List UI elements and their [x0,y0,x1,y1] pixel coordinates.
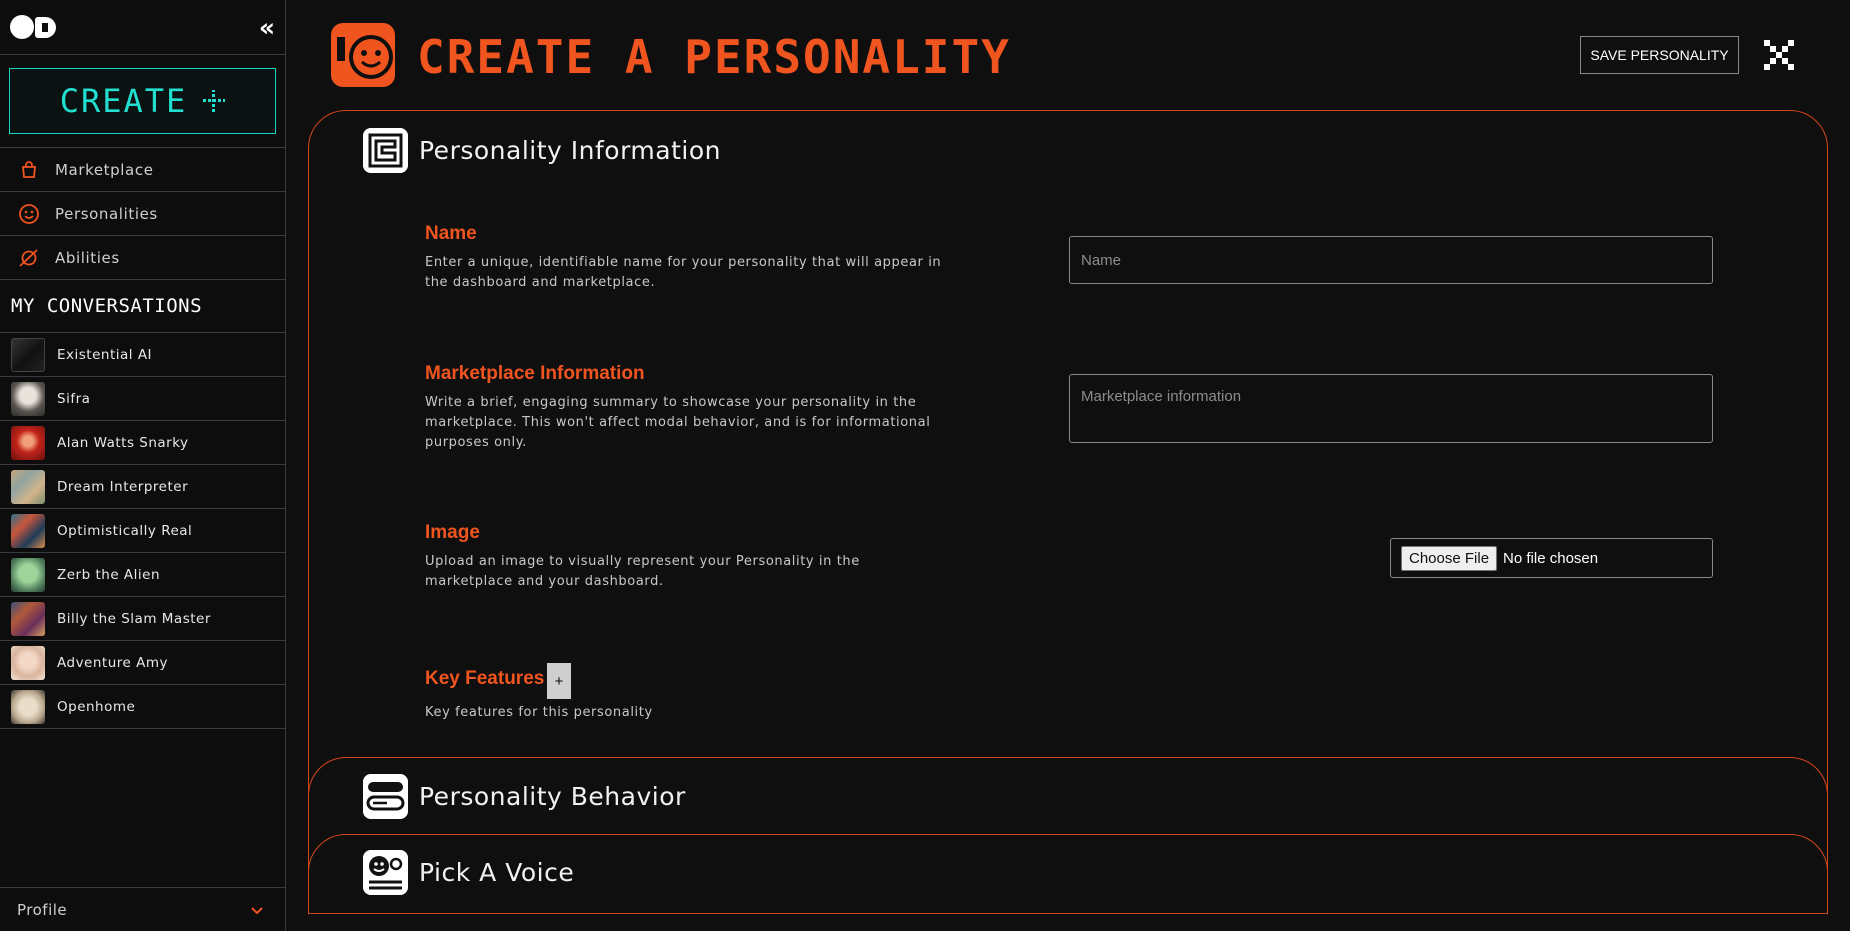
conversation-label: Sifra [57,390,91,407]
conversation-label: Existential AI [57,346,153,363]
logo-shape [35,16,56,38]
conversation-label: Billy the Slam Master [57,610,211,627]
file-status: No file chosen [1503,549,1599,567]
conversation-item[interactable]: Existential AI [0,333,285,377]
chevron-down-icon [251,901,263,919]
conversation-item[interactable]: Billy the Slam Master [0,597,285,641]
section-header-behavior[interactable]: Personality Behavior [363,774,686,819]
app-logo[interactable] [10,15,56,39]
image-label: Image [425,522,480,543]
conversation-label: Dream Interpreter [57,478,189,495]
conversation-item[interactable]: Optimistically Real [0,509,285,553]
conversation-item[interactable]: Sifra [0,377,285,421]
choose-file-button[interactable]: Choose File [1401,545,1498,571]
conversation-item[interactable]: Openhome [0,685,285,729]
collapse-sidebar-icon[interactable]: « [259,15,275,40]
name-input[interactable] [1069,236,1713,284]
key-features-description: Key features for this personality [425,705,653,720]
orbit-icon [18,247,40,269]
section-title: Personality Information [419,136,721,165]
avatar [11,557,45,592]
plus-icon [203,90,226,112]
conversation-item[interactable]: Alan Watts Snarky [0,421,285,465]
save-personality-button[interactable]: SAVE PERSONALITY [1580,36,1739,74]
avatar [11,689,45,724]
add-feature-button[interactable]: + [547,663,571,699]
image-description: Upload an image to visually represent yo… [425,554,860,589]
profile-label: Profile [17,900,68,919]
close-icon[interactable] [1762,38,1796,72]
name-description: Enter a unique, identifiable name for yo… [425,255,942,290]
shopping-bag-icon [18,159,40,181]
create-section: CREATE [0,55,285,148]
image-file-input[interactable]: Choose File No file chosen [1390,538,1713,578]
avatar [11,469,45,504]
section-header-voice[interactable]: Pick A Voice [363,850,574,895]
chat-bubbles-icon [363,774,408,819]
sidebar-item-label: Marketplace [55,160,154,179]
page-header: CREATE A PERSONALITY SAVE PERSONALITY [286,0,1850,110]
conversation-item[interactable]: Adventure Amy [0,641,285,685]
conversation-label: Optimistically Real [57,522,193,539]
sidebar-header: « [0,0,285,55]
pick-voice-panel: Pick A Voice [308,834,1828,914]
section-title: Personality Behavior [419,782,686,811]
sidebar-item-label: Personalities [55,204,158,223]
sidebar-item-abilities[interactable]: Abilities [0,236,285,280]
conversation-label: Zerb the Alien [57,566,161,583]
personality-face-icon [331,23,395,87]
profile-menu[interactable]: Profile [0,887,285,931]
avatar [11,601,45,636]
create-button[interactable]: CREATE [9,68,276,134]
sidebar-item-personalities[interactable]: Personalities [0,192,285,236]
page-title: CREATE A PERSONALITY [417,30,1011,84]
avatar [11,381,45,416]
marketplace-description: Write a brief, engaging summary to showc… [425,395,931,450]
conversation-label: Alan Watts Snarky [57,434,189,451]
section-title: Pick A Voice [419,858,575,887]
name-label: Name [425,223,477,244]
conversations-heading: MY CONVERSATIONS [0,280,285,333]
marketplace-input[interactable] [1069,374,1713,443]
avatar [11,425,45,460]
logo-circle [10,15,34,39]
smiley-icon [18,203,40,225]
voice-faces-icon [363,850,408,895]
sidebar: « CREATE Marketplace Personalities Abili… [0,0,286,931]
avatar [11,513,45,548]
sidebar-item-marketplace[interactable]: Marketplace [0,148,285,192]
conversation-item[interactable]: Zerb the Alien [0,553,285,597]
conversation-label: Adventure Amy [57,654,168,671]
sidebar-item-label: Abilities [55,248,120,267]
section-header-info[interactable]: Personality Information [363,128,721,173]
avatar [11,337,45,372]
avatar [11,645,45,680]
maze-icon [363,128,408,173]
marketplace-label: Marketplace Information [425,363,645,384]
key-features-label: Key Features [425,668,545,689]
create-button-label: CREATE [59,82,188,120]
conversation-item[interactable]: Dream Interpreter [0,465,285,509]
conversation-label: Openhome [57,698,136,715]
